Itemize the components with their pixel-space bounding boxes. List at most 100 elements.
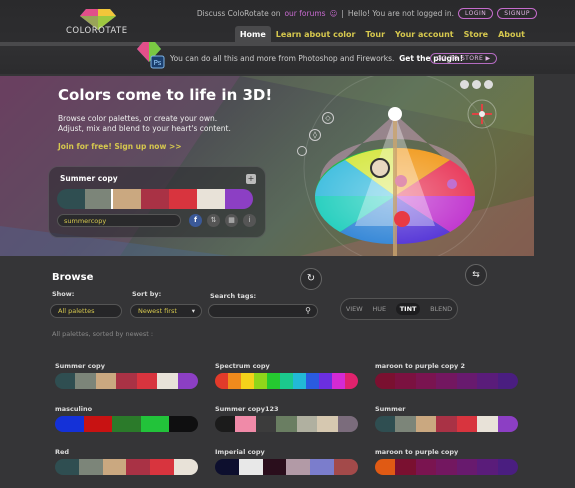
palette-swatch (286, 459, 311, 475)
photoshop-plugin-icon[interactable]: Ps (135, 40, 165, 70)
login-button[interactable]: LOGIN (458, 8, 494, 19)
palette-strip[interactable] (215, 459, 358, 475)
palette-swatch (456, 459, 478, 475)
palette-swatch (345, 373, 358, 389)
palette-name[interactable]: Summer copy123 (215, 405, 279, 413)
palette-name[interactable]: masculino (55, 405, 92, 413)
nav-about[interactable]: About (493, 26, 530, 43)
show-label: Show: (52, 290, 75, 298)
facebook-icon[interactable]: f (189, 214, 202, 227)
rotate-button[interactable]: ↻ (300, 268, 322, 290)
share-icon[interactable]: ⇅ (207, 214, 220, 227)
palette-swatch (456, 373, 478, 389)
nav-store[interactable]: Store (459, 26, 493, 43)
color-handle-purple[interactable] (447, 179, 457, 189)
palette-swatch (254, 373, 267, 389)
browse-title: Browse (52, 272, 94, 283)
palette-swatch (83, 416, 113, 432)
forums-link[interactable]: our forums (284, 9, 325, 18)
palette-swatch (497, 459, 518, 475)
view-blend[interactable]: BLEND (430, 305, 452, 313)
search-tags-input[interactable]: ⚲ (208, 304, 318, 318)
palette-name[interactable]: Imperial copy (215, 448, 265, 456)
ps-badge: Ps (154, 59, 162, 67)
palette-swatch (267, 373, 280, 389)
nav-account[interactable]: Your account (390, 26, 459, 43)
join-link[interactable]: Join for free! Sign up now >> (58, 142, 182, 151)
grid-icon[interactable]: ▦ (225, 214, 238, 227)
palette-swatch (55, 459, 79, 475)
palette-swatch[interactable] (197, 189, 225, 209)
palette-name[interactable]: maroon to purple copy 2 (375, 362, 465, 370)
palette-swatch (395, 459, 416, 475)
view-hue[interactable]: HUE (372, 305, 386, 313)
add-swatch-button[interactable]: + (246, 174, 256, 184)
nav-learn[interactable]: Learn about color (271, 26, 361, 43)
sort-select-value: Newest first (138, 307, 177, 315)
color-handle-pink[interactable] (395, 175, 407, 187)
palette-name-field[interactable]: summercopy (57, 214, 181, 227)
hero-desc-line-2: Adjust, mix and blend to your heart's co… (58, 124, 231, 133)
reset-icon[interactable] (484, 80, 493, 89)
app-root: COLOROTATE Discuss ColoRotate on our for… (0, 0, 575, 488)
search-icon: ⚲ (305, 306, 311, 315)
palette-swatch[interactable] (225, 189, 253, 209)
palette-swatch (436, 416, 457, 432)
palette-swatch (55, 416, 84, 432)
nav-home[interactable]: Home (234, 26, 271, 43)
palette-swatch (215, 459, 239, 475)
palette-swatch (116, 373, 137, 389)
hero-title: Colors come to life in 3D! (58, 86, 273, 104)
go-to-store-button[interactable]: GO TO STORE ▶ (430, 53, 498, 64)
top-handle[interactable] (388, 107, 402, 121)
search-label: Search tags: (210, 292, 257, 300)
palette-swatch (55, 373, 76, 389)
chevron-down-icon: ▾ (191, 307, 195, 315)
palette-strip[interactable] (375, 459, 518, 475)
palette-strip[interactable] (55, 416, 198, 432)
info-icon[interactable]: i (243, 214, 256, 227)
show-select[interactable]: All palettes (50, 304, 122, 318)
selected-color-handle[interactable] (370, 158, 390, 178)
palette-swatch[interactable] (141, 189, 169, 209)
palette-strip[interactable] (215, 416, 358, 432)
palette-name[interactable]: maroon to purple copy (375, 448, 458, 456)
palette-name[interactable]: Summer (375, 405, 405, 413)
palette-strip[interactable] (55, 459, 198, 475)
zoom-out-icon[interactable] (472, 80, 481, 89)
palette-swatch (177, 373, 198, 389)
palette-name[interactable]: Summer copy (55, 362, 105, 370)
palette-swatch (317, 416, 338, 432)
nav-tour[interactable]: Tour (361, 26, 391, 43)
color-wheel-3d[interactable] (300, 76, 534, 256)
sort-label: Sort by: (132, 290, 162, 298)
sort-select[interactable]: Newest first ▾ (130, 304, 202, 318)
palette-strip[interactable] (375, 373, 518, 389)
view-tint[interactable]: TINT (395, 303, 421, 315)
palette-swatch[interactable] (57, 189, 85, 209)
palette-swatch (395, 416, 416, 432)
palette-strip[interactable] (215, 373, 358, 389)
plugin-text: You can do all this and more from Photos… (170, 54, 463, 63)
palette-swatch[interactable] (111, 189, 143, 209)
palette-swatch (334, 459, 358, 475)
zoom-in-icon[interactable] (460, 80, 469, 89)
greeting-text: Hello! You are not logged in. (347, 9, 454, 18)
discuss-text: Discuss ColoRotate on (196, 9, 281, 18)
palette-name[interactable]: Red (55, 448, 69, 456)
adjust-button[interactable]: ⇆ (465, 264, 487, 286)
colorotate-logo[interactable] (66, 6, 130, 42)
palette-swatch (497, 416, 518, 432)
palette-strip[interactable] (55, 373, 198, 389)
view-label: VIEW (345, 305, 363, 313)
palette-swatch[interactable] (169, 189, 197, 209)
palette-strip[interactable] (375, 416, 518, 432)
palette-name[interactable]: Spectrum copy (215, 362, 270, 370)
logo-text: COLOROTATE (66, 26, 128, 36)
palette-swatch (415, 416, 437, 432)
color-handle-red[interactable] (394, 211, 410, 227)
signup-button[interactable]: SIGNUP (497, 8, 537, 19)
palette-swatch (276, 416, 297, 432)
hero-description: Browse color palettes, or create your ow… (58, 114, 258, 134)
palette-swatch[interactable] (85, 189, 113, 209)
